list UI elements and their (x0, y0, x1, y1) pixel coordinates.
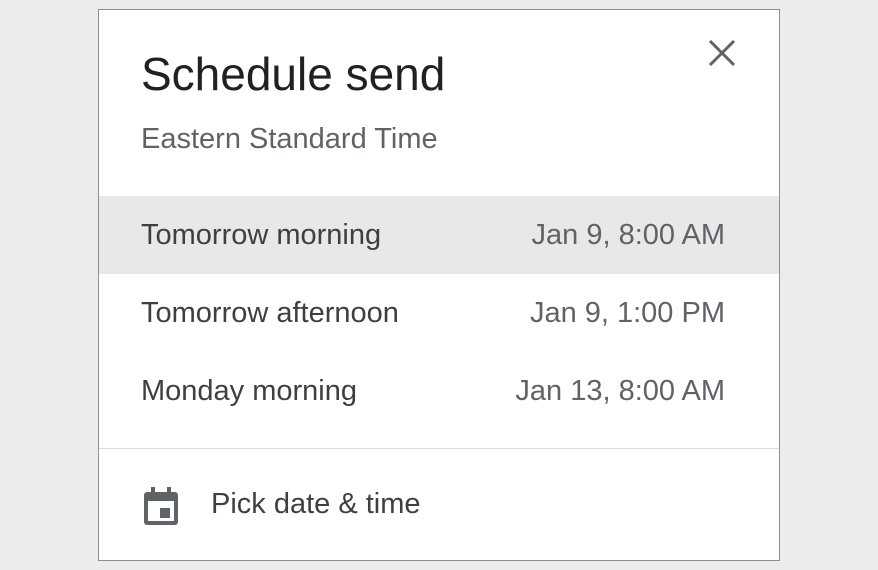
option-label: Monday morning (141, 375, 357, 407)
pick-date-time-button[interactable]: Pick date & time (99, 449, 779, 559)
option-label: Tomorrow afternoon (141, 297, 399, 329)
schedule-options-list: Tomorrow morning Jan 9, 8:00 AM Tomorrow… (99, 196, 779, 430)
option-time: Jan 9, 1:00 PM (529, 297, 725, 329)
close-icon (708, 39, 736, 67)
option-time: Jan 13, 8:00 AM (515, 375, 725, 407)
timezone-label: Eastern Standard Time (141, 123, 438, 155)
option-tomorrow-afternoon[interactable]: Tomorrow afternoon Jan 9, 1:00 PM (99, 274, 779, 352)
pick-date-time-label: Pick date & time (211, 488, 421, 520)
option-label: Tomorrow morning (141, 219, 382, 251)
option-monday-morning[interactable]: Monday morning Jan 13, 8:00 AM (99, 352, 779, 430)
close-button[interactable] (703, 34, 741, 72)
dialog-title: Schedule send (141, 48, 446, 100)
schedule-send-dialog: Schedule send Eastern Standard Time Tomo… (98, 9, 780, 561)
calendar-icon (144, 487, 178, 525)
option-time: Jan 9, 8:00 AM (531, 219, 725, 251)
option-tomorrow-morning[interactable]: Tomorrow morning Jan 9, 8:00 AM (99, 196, 779, 274)
